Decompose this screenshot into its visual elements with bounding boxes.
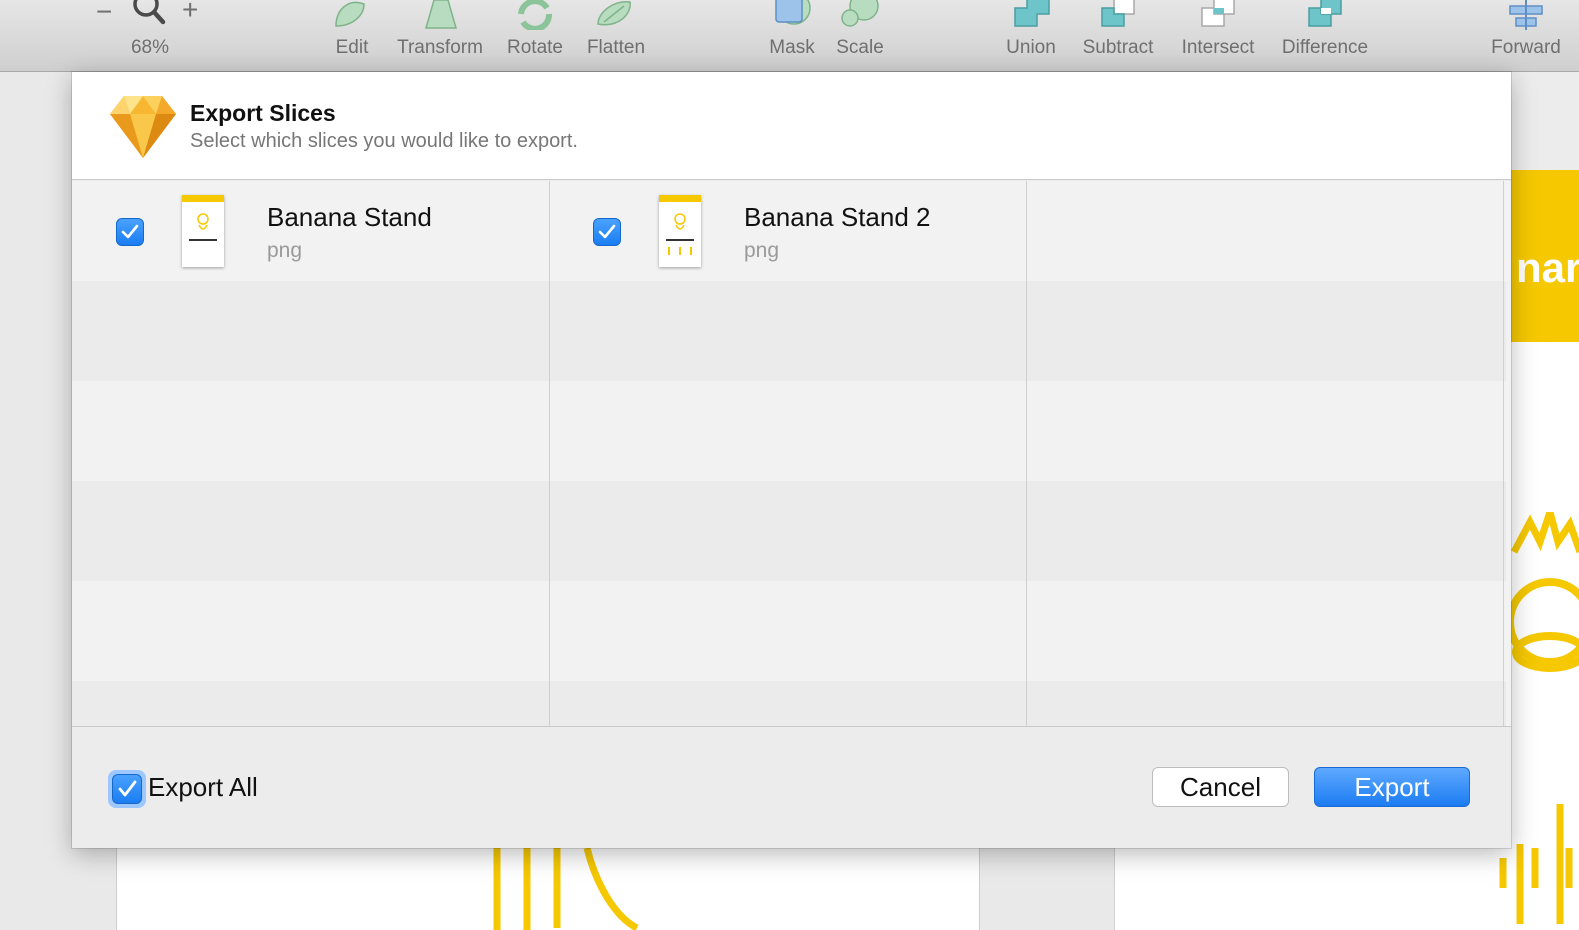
tool-union[interactable]: Union	[1006, 0, 1056, 72]
tool-scale[interactable]: Scale	[836, 0, 884, 72]
slice-thumbnail	[659, 195, 701, 267]
scale-icon	[841, 0, 879, 27]
transform-icon	[425, 0, 457, 29]
slice-name: Banana Stand 2	[744, 202, 931, 232]
difference-icon	[1308, 0, 1342, 27]
checkmark-icon	[121, 224, 139, 239]
tool-label: Intersect	[1181, 37, 1255, 58]
banana-graphic	[1516, 804, 1564, 924]
slice-thumbnail	[182, 195, 224, 267]
slice-checkbox[interactable]	[116, 218, 144, 246]
slice-item[interactable]: Banana Stand 2 png	[549, 181, 1025, 281]
export-all-checkbox[interactable]	[108, 770, 146, 808]
dialog-footer: Export All Cancel Export	[72, 728, 1511, 848]
column-divider	[1503, 181, 1504, 726]
tool-mask[interactable]: Mask	[769, 0, 815, 72]
union-icon	[1014, 0, 1050, 27]
tool-rotate[interactable]: Rotate	[507, 0, 563, 72]
tool-intersect[interactable]: Intersect	[1182, 0, 1254, 72]
subtract-icon	[1101, 0, 1135, 27]
tool-label: Flatten	[586, 37, 646, 58]
export-button[interactable]: Export	[1314, 767, 1470, 807]
tool-label: Difference	[1281, 37, 1369, 58]
mask-icon	[775, 0, 811, 25]
tool-label: Transform	[397, 37, 483, 58]
column-divider	[1026, 181, 1027, 726]
zoom-out-button[interactable]: −	[96, 0, 112, 28]
tool-label: Rotate	[507, 37, 563, 58]
tool-label: Edit	[335, 37, 369, 58]
zoom-in-button[interactable]: +	[182, 0, 198, 26]
tool-forward[interactable]: Forward	[1491, 0, 1561, 72]
tool-label: Forward	[1491, 37, 1561, 58]
tool-label: Scale	[836, 37, 884, 58]
zoom-control: − +	[96, 0, 212, 30]
tool-difference[interactable]: Difference	[1282, 0, 1368, 72]
cancel-button[interactable]: Cancel	[1152, 767, 1289, 807]
dialog-subtitle: Select which slices you would like to ex…	[190, 130, 578, 152]
export-slices-dialog: Export Slices Select which slices you wo…	[72, 72, 1511, 848]
checkmark-icon	[118, 780, 137, 797]
tool-label: Subtract	[1082, 37, 1154, 58]
magnifier-icon[interactable]	[130, 0, 170, 31]
checkmark-icon	[598, 224, 616, 239]
flatten-icon	[597, 1, 631, 26]
tool-edit[interactable]: Edit	[330, 0, 374, 72]
banana-icon	[668, 247, 692, 255]
dialog-header: Export Slices Select which slices you wo…	[72, 72, 1511, 180]
export-all-label[interactable]: Export All	[148, 772, 258, 803]
banana-graphic	[493, 848, 639, 930]
intersect-icon	[1201, 0, 1235, 27]
toolbar: − + 68% Edit Transform Rotate Flatten Ma…	[0, 0, 1579, 72]
monkey-graphic	[1510, 512, 1579, 672]
monkey-icon	[197, 213, 209, 230]
artboard-preview-strip[interactable]: nar	[1510, 72, 1579, 924]
slice-name: Banana Stand	[267, 202, 432, 232]
tool-subtract[interactable]: Subtract	[1083, 0, 1153, 72]
tool-label: Union	[1006, 37, 1056, 58]
sketch-app-icon	[110, 96, 176, 158]
rotate-icon	[518, 0, 552, 30]
slice-format: png	[744, 239, 780, 262]
monkey-icon	[674, 213, 686, 230]
tool-label: Mask	[769, 37, 815, 58]
band-text: nar	[1516, 244, 1579, 291]
artboard-left[interactable]	[116, 848, 980, 930]
forward-icon	[1509, 0, 1543, 30]
dialog-title: Export Slices	[190, 100, 336, 126]
tool-transform[interactable]: Transform	[397, 0, 483, 72]
zoom-level: 68%	[130, 37, 170, 58]
slice-grid: Banana Stand png Banana Stand 2 png	[72, 181, 1511, 727]
slice-checkbox[interactable]	[593, 218, 621, 246]
edit-icon	[335, 1, 365, 27]
tool-flatten[interactable]: Flatten	[587, 0, 645, 72]
slice-format: png	[267, 239, 303, 262]
slice-item[interactable]: Banana Stand png	[72, 181, 548, 281]
